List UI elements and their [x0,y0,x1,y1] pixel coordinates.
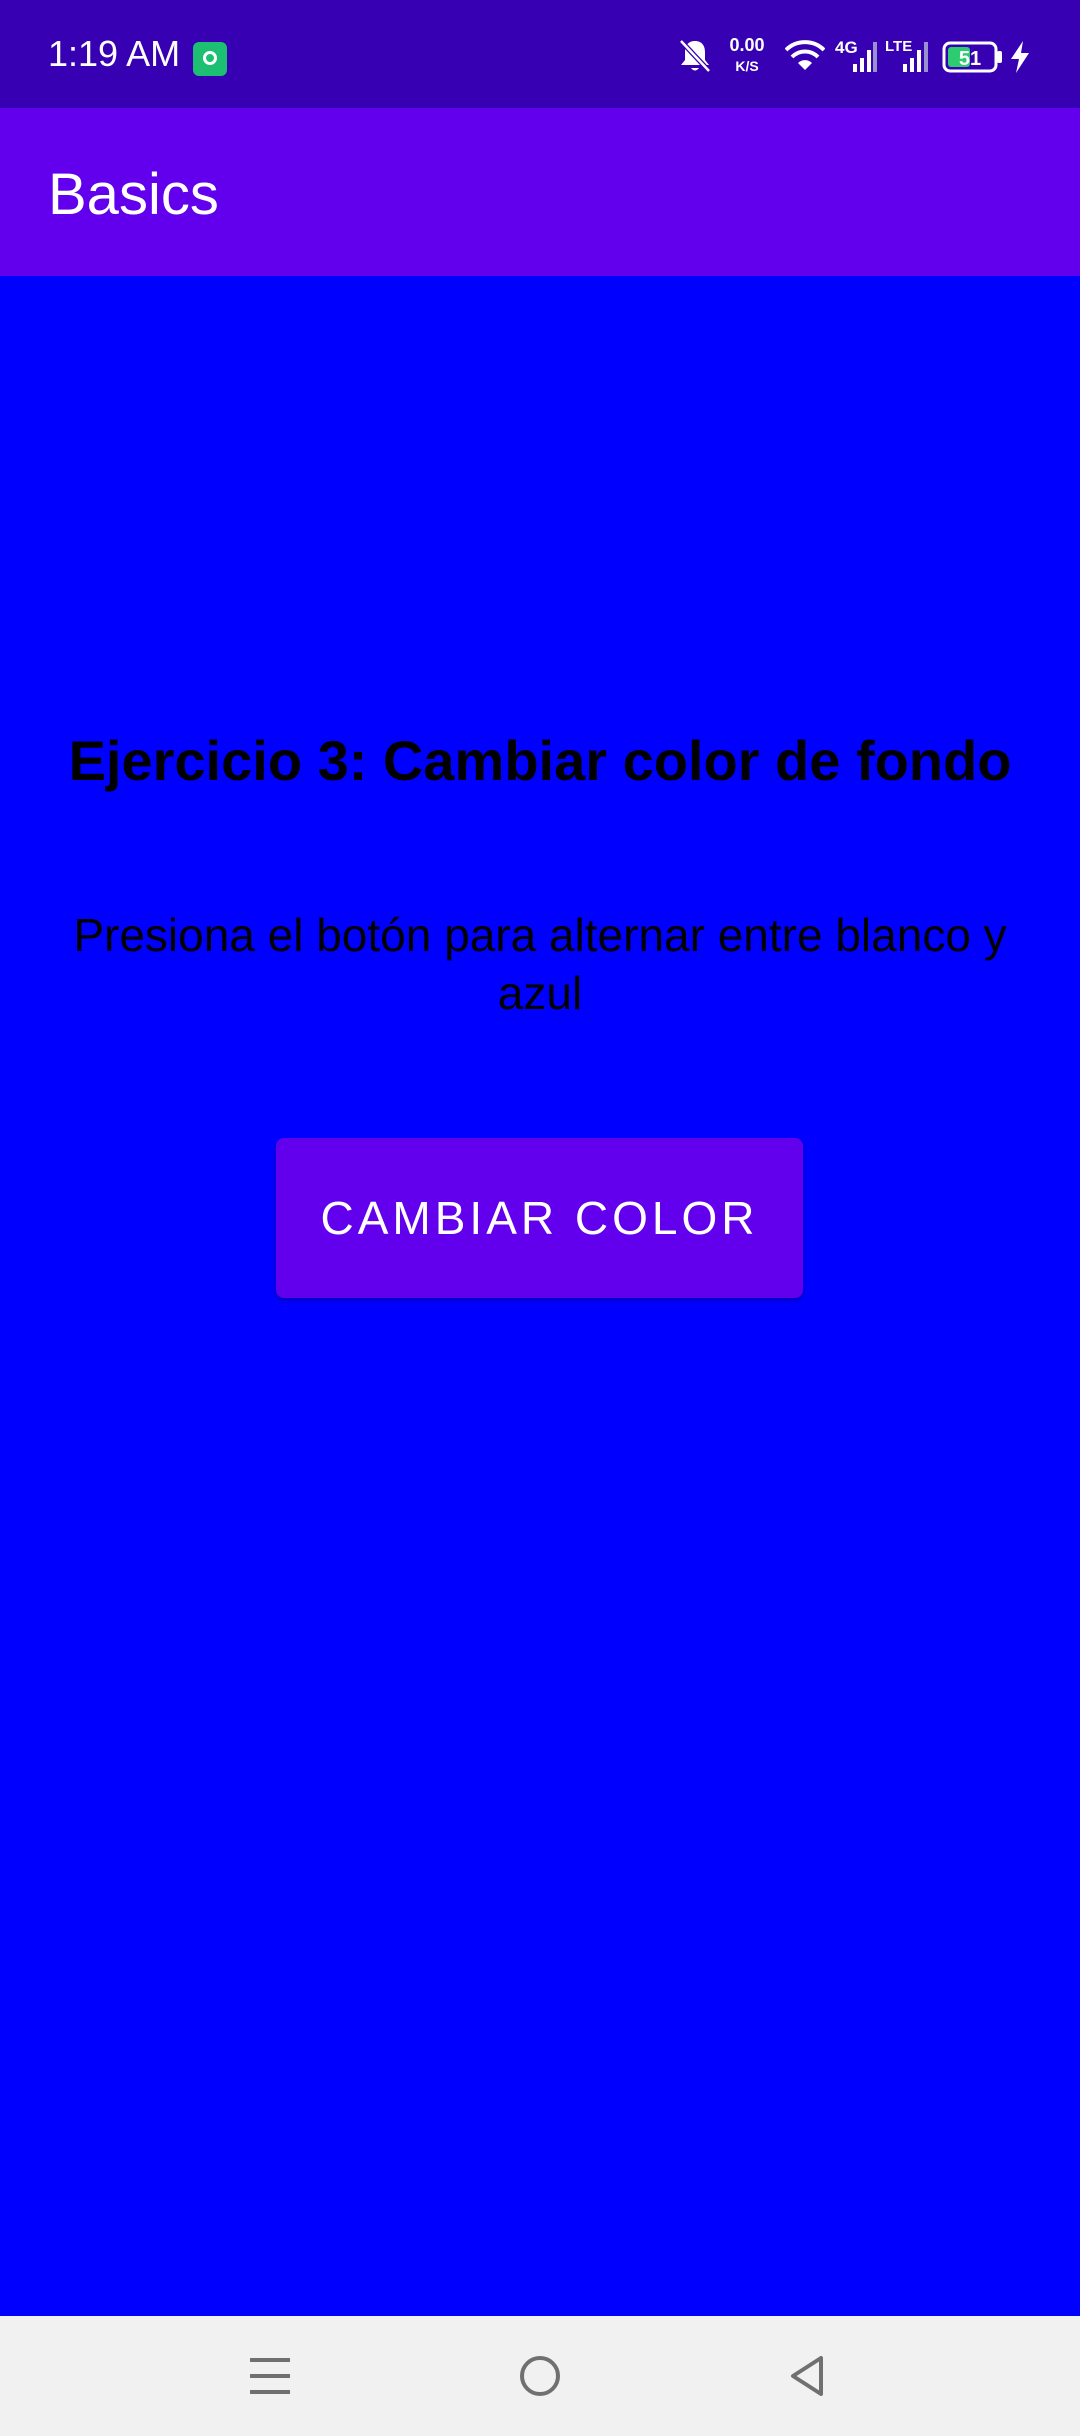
app-bar: Basics [0,108,1080,276]
bell-muted-icon [679,39,711,73]
exercise-heading: Ejercicio 3: Cambiar color de fondo [68,729,1012,792]
svg-text:K/S: K/S [735,58,758,74]
app-title: Basics [48,162,219,227]
app-notification-icon [193,42,227,76]
wifi-icon [785,40,825,70]
svg-text:LTE: LTE [885,38,912,55]
navigation-bar [0,2316,1080,2436]
battery-icon: 51 [942,41,1002,73]
signal-4g-icon: 4G [835,38,877,72]
svg-text:4G: 4G [835,38,858,57]
svg-text:0.00: 0.00 [729,35,764,55]
charging-icon [1011,41,1029,73]
change-color-button[interactable]: CAMBIAR COLOR [276,1138,803,1298]
status-bar: 1:19 AM 0.00 K/S 4G LTE 51 [0,0,1080,108]
net-speed: 0.00 K/S [729,35,764,74]
status-time: 1:19 AM [48,33,181,74]
menu-icon[interactable] [248,2354,292,2398]
exercise-description: Presiona el botón para alternar entre bl… [73,909,1007,1019]
signal-lte-icon: LTE [885,38,928,72]
svg-text:51: 51 [959,48,981,70]
back-icon[interactable] [787,2354,831,2398]
status-icons: 0.00 K/S 4G LTE 51 [660,0,1080,108]
home-icon[interactable] [518,2354,562,2398]
